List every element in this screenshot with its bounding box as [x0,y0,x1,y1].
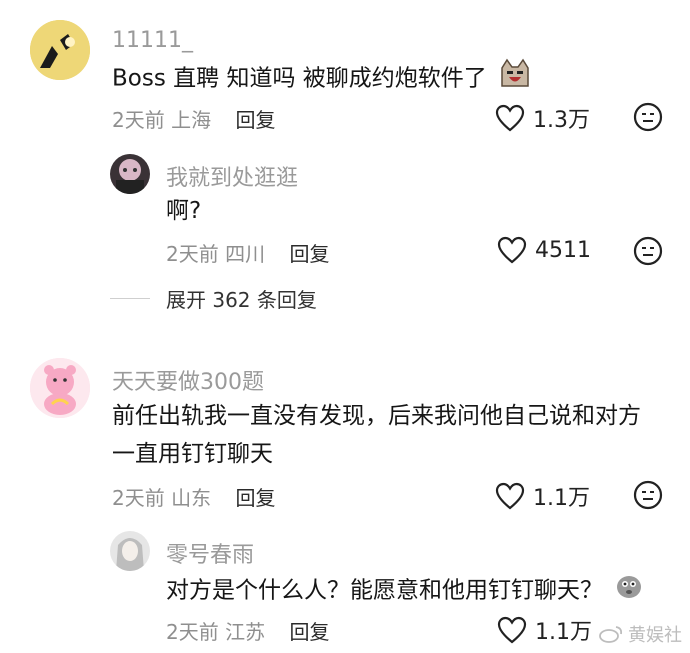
username[interactable]: 11111_ [112,28,193,53]
weibo-logo-icon [599,626,623,643]
timestamp: 2天前 [166,620,219,644]
reply-username[interactable]: 我就到处逛逛 [166,160,298,192]
heart-outline-icon [497,236,527,264]
timestamp: 2天前 [112,108,165,132]
reply-button[interactable]: 回复 [235,108,275,132]
like-button[interactable]: 4511 [497,236,591,264]
reply-button[interactable]: 回复 [235,486,275,510]
reply-text: 对方是个什么人？能愿意和他用钉钉聊天？ [166,570,644,612]
blob-emoji [614,570,644,612]
username[interactable]: 天天要做300题 [112,364,264,396]
location: 四川 [225,242,266,266]
like-button[interactable]: 1.1万 [497,614,592,646]
like-count: 4511 [535,237,591,263]
location: 上海 [171,108,212,132]
reply-meta: 2天前 江苏 回复 [166,616,329,645]
like-count: 1.1万 [533,486,590,511]
comment-text-line2: 一直用钉钉聊天 [112,441,273,467]
watermark-text: 黄娱社 [628,625,682,646]
comment-text-content: Boss 直聘 知道吗 被聊成约炮软件了 [112,65,487,92]
avatar[interactable] [30,20,90,80]
comment-text-line1: 前任出轨我一直没有发现，后来我问他自己说和对方 [112,403,641,429]
comment-text: Boss 直聘 知道吗 被聊成约炮软件了 [112,58,532,100]
meh-face-icon[interactable] [633,102,663,132]
avatar[interactable] [30,358,90,418]
comment-meta: 2天前 山东 回复 [112,482,275,511]
like-count: 1.3万 [533,108,590,133]
watermark: 黄娱社 [598,621,682,647]
heart-outline-icon [495,482,525,510]
timestamp: 2天前 [112,486,165,510]
divider-line [110,298,150,299]
reply-avatar[interactable] [110,154,150,194]
timestamp: 2天前 [166,242,219,266]
reply-avatar[interactable] [110,531,150,571]
expand-label: 展开 362 条回复 [166,288,317,312]
reply-button[interactable]: 回复 [289,242,329,266]
reply-meta: 2天前 四川 回复 [166,238,329,267]
comment-meta: 2天前 上海 回复 [112,104,275,133]
location: 山东 [171,486,212,510]
reply-username[interactable]: 零号春雨 [166,537,254,569]
like-count: 1.1万 [535,620,592,645]
heart-outline-icon [495,104,525,132]
meh-face-icon[interactable] [633,480,663,510]
reply-text-content: 对方是个什么人？能愿意和他用钉钉聊天？ [166,577,603,604]
cat-emoji [498,58,532,100]
reply-button[interactable]: 回复 [289,620,329,644]
location: 江苏 [225,620,266,644]
meh-face-icon[interactable] [633,236,663,266]
expand-replies-button[interactable]: 展开 362 条回复 [110,284,317,313]
like-button[interactable]: 1.1万 [495,480,590,512]
heart-outline-icon [497,616,527,644]
like-button[interactable]: 1.3万 [495,102,590,134]
reply-text: 啊? [166,198,202,224]
